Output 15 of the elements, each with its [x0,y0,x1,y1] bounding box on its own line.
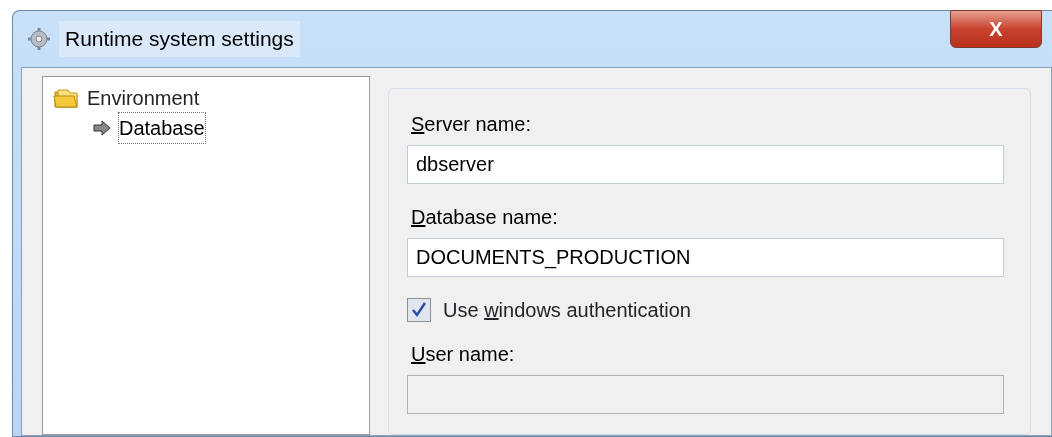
gear-icon [27,27,51,51]
window-title: Runtime system settings [59,21,300,57]
text-field[interactable]: dbserver [407,145,1004,184]
field-label: Server name: [411,112,533,137]
folder-icon [53,87,79,109]
checkbox-label[interactable]: Use windows authentication [443,295,691,325]
checkbox[interactable] [407,298,431,322]
field-label: Database name: [411,205,559,230]
arrow-icon [93,120,111,136]
tree-item[interactable]: Environment [87,83,200,113]
field-label: User name: [411,342,516,367]
close-button[interactable]: X [950,10,1042,48]
text-field[interactable]: DOCUMENTS_PRODUCTION [407,238,1004,277]
check-icon [410,301,428,319]
tree-item[interactable]: Database [119,113,205,143]
